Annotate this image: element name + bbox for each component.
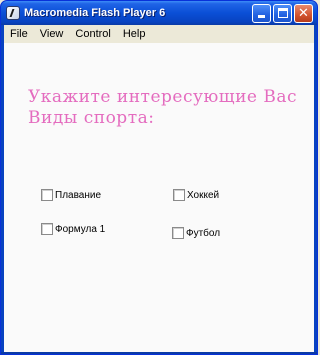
- option-label-hockey: Хоккей: [187, 189, 220, 201]
- menu-view[interactable]: View: [34, 25, 70, 43]
- option-formula1[interactable]: Формула 1: [41, 223, 105, 235]
- window-frame-right: [314, 25, 317, 354]
- checkbox-hockey[interactable]: [173, 189, 185, 201]
- option-football[interactable]: Футбол: [172, 227, 220, 239]
- option-hockey[interactable]: Хоккей: [173, 189, 219, 201]
- menu-file[interactable]: File: [4, 25, 34, 43]
- menu-help[interactable]: Help: [117, 25, 152, 43]
- question-line-2: Виды спорта:: [28, 108, 155, 128]
- maximize-button[interactable]: [273, 3, 292, 23]
- option-swimming[interactable]: Плавание: [41, 189, 101, 201]
- checkbox-formula1[interactable]: [41, 223, 53, 235]
- flash-content-area: Укажите интересующие Вас Виды спорта: Пл…: [4, 43, 314, 352]
- option-label-formula1: Формула 1: [55, 223, 106, 235]
- question-heading: Укажите интересующие Вас Виды спорта:: [28, 87, 317, 129]
- checkbox-swimming[interactable]: [41, 189, 53, 201]
- maximize-icon: [278, 7, 288, 18]
- window-title: Macromedia Flash Player 6: [24, 7, 166, 19]
- menu-bar: File View Control Help: [4, 25, 314, 43]
- menu-control[interactable]: Control: [69, 25, 116, 43]
- option-label-swimming: Плавание: [55, 189, 102, 201]
- minimize-icon: [258, 14, 265, 18]
- close-button[interactable]: ✕: [294, 3, 313, 23]
- question-line-1: Укажите интересующие Вас: [28, 87, 298, 107]
- flash-player-window: Macromedia Flash Player 6 ✕ File View Co…: [0, 0, 318, 355]
- flash-icon[interactable]: [6, 6, 20, 20]
- minimize-button[interactable]: [252, 3, 271, 23]
- close-icon: ✕: [298, 5, 309, 21]
- title-bar[interactable]: Macromedia Flash Player 6 ✕: [1, 1, 317, 25]
- checkbox-football[interactable]: [172, 227, 184, 239]
- option-label-football: Футбол: [186, 227, 221, 239]
